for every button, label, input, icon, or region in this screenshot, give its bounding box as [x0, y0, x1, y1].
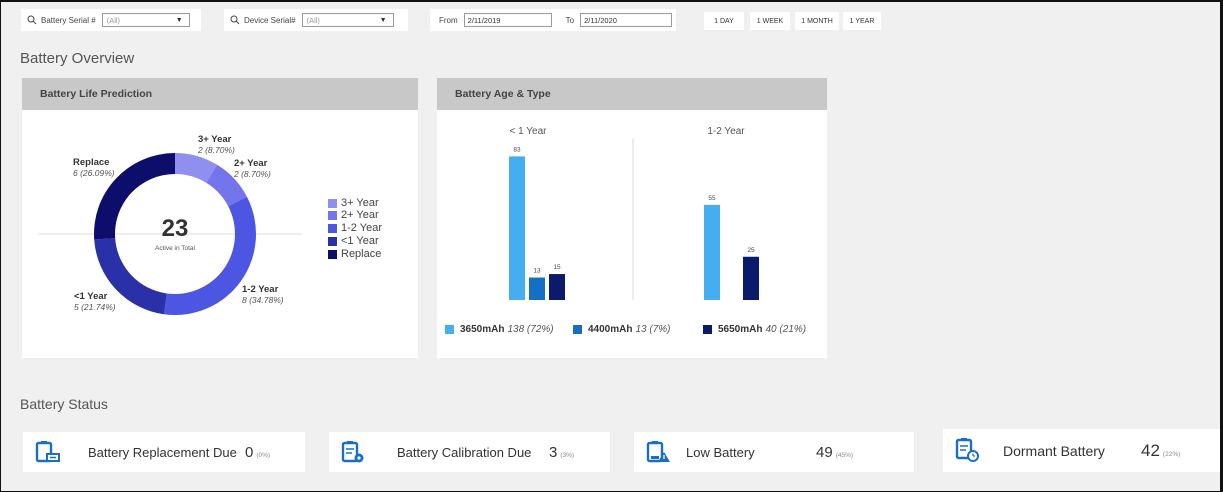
status-label: Dormant Battery [1003, 442, 1105, 459]
range-1-month-button[interactable]: 1 MONTH [795, 12, 839, 30]
to-label: To [565, 15, 575, 25]
bar[interactable] [529, 277, 545, 300]
device-serial-filter: Device Serial# (All) ▼ [224, 9, 408, 31]
donut-center-caption: Active in Total [155, 245, 196, 252]
status-label: Battery Replacement Due [88, 444, 237, 460]
status-title: Battery Status [20, 396, 108, 412]
bar-data-label: 15 [553, 264, 561, 271]
battery-age-title: Battery Age & Type [437, 78, 827, 110]
chevron-down-icon: ▼ [379, 16, 387, 24]
range-1-day-button[interactable]: 1 DAY [704, 12, 744, 30]
battery-serial-filter: Battery Serial # (All) ▼ [21, 9, 201, 31]
search-icon [230, 15, 240, 25]
status-card-low-battery[interactable]: Low Battery 49 (45%) [634, 432, 914, 472]
to-date-value: 2/11/2020 [584, 15, 617, 25]
battery-dormant-icon [955, 438, 979, 462]
device-serial-value: (All) [306, 15, 320, 25]
chevron-down-icon: ▼ [175, 16, 183, 24]
battery-age-bar-chart: < 1 Year 83 13 15 1-2 Year 55 25 [509, 126, 759, 300]
legend-1to2: 1-2 Year [328, 222, 382, 234]
bar[interactable] [704, 204, 720, 300]
status-label: Battery Calibration Due [397, 444, 532, 460]
group-label: < 1 Year [510, 126, 548, 137]
status-value: 3 (3%) [549, 443, 575, 461]
slice-label-2plus: 2+ Year 2 (8.70%) [234, 158, 271, 180]
slice-label-3plus: 3+ Year 2 (8.70%) [198, 134, 235, 156]
donut-center-value: 23 [162, 215, 189, 242]
from-label: From [439, 15, 458, 25]
to-date-input[interactable]: 2/11/2020 [580, 13, 673, 27]
battery-replace-icon [35, 441, 60, 463]
legend-3plus: 3+ Year [328, 197, 379, 209]
bar-data-label: 25 [747, 247, 755, 254]
bar-legend-3650: 3650mAh 138 (72%) [445, 324, 554, 335]
bar[interactable] [549, 274, 565, 300]
battery-serial-label: Battery Serial # [41, 15, 96, 25]
status-card-dormant-battery[interactable]: Dormant Battery 42 (22%) [943, 429, 1221, 472]
battery-calibrate-icon [341, 441, 364, 463]
legend-2plus: 2+ Year [328, 209, 379, 221]
status-value: 49 (45%) [816, 443, 854, 461]
range-1-year-button[interactable]: 1 YEAR [843, 12, 881, 30]
device-serial-label: Device Serial# [244, 15, 296, 25]
battery-life-title: Battery Life Prediction [22, 78, 418, 110]
status-card-calibration-due[interactable]: Battery Calibration Due 3 (3%) [329, 432, 610, 472]
status-label: Low Battery [686, 444, 755, 460]
bar-data-label: 55 [708, 195, 716, 202]
battery-low-icon [646, 441, 670, 463]
range-1-week-button[interactable]: 1 WEEK [750, 12, 790, 30]
device-serial-select[interactable]: (All) ▼ [301, 13, 394, 27]
status-value: 42 (22%) [1141, 440, 1181, 460]
from-date-value: 2/11/2019 [467, 15, 501, 25]
bar[interactable] [509, 156, 525, 300]
status-card-replacement-due[interactable]: Battery Replacement Due 0 (0%) [23, 432, 305, 472]
bar-data-label: 13 [533, 268, 541, 275]
status-value: 0 (0%) [245, 443, 271, 461]
battery-serial-select[interactable]: (All) ▼ [101, 13, 190, 27]
slice-label-lt1: <1 Year 5 (21.74%) [74, 291, 116, 313]
bar-legend-4400: 4400mAh 13 (7%) [573, 324, 670, 335]
slice-label-1to2: 1-2 Year 8 (34.78%) [242, 284, 284, 306]
overview-title: Battery Overview [20, 50, 135, 67]
group-label: 1-2 Year [707, 126, 745, 137]
bar[interactable] [743, 256, 759, 300]
date-range-filter: From 2/11/2019 To 2/11/2020 [430, 9, 676, 31]
search-icon [27, 15, 37, 25]
battery-life-card: Battery Life Prediction 23 Active in Tot… [22, 78, 418, 358]
from-date-input[interactable]: 2/11/2019 [463, 13, 552, 27]
bar-legend-5650: 5650mAh 40 (21%) [703, 324, 806, 335]
battery-serial-value: (All) [106, 15, 121, 25]
legend-replace: Replace [328, 248, 381, 260]
bar-data-label: 83 [513, 146, 521, 153]
battery-age-card: Battery Age & Type < 1 Year 83 13 15 1-2 Yea… [437, 78, 827, 358]
legend-lt1: <1 Year [328, 235, 379, 247]
slice-label-replace: Replace 6 (26.09%) [73, 157, 115, 179]
